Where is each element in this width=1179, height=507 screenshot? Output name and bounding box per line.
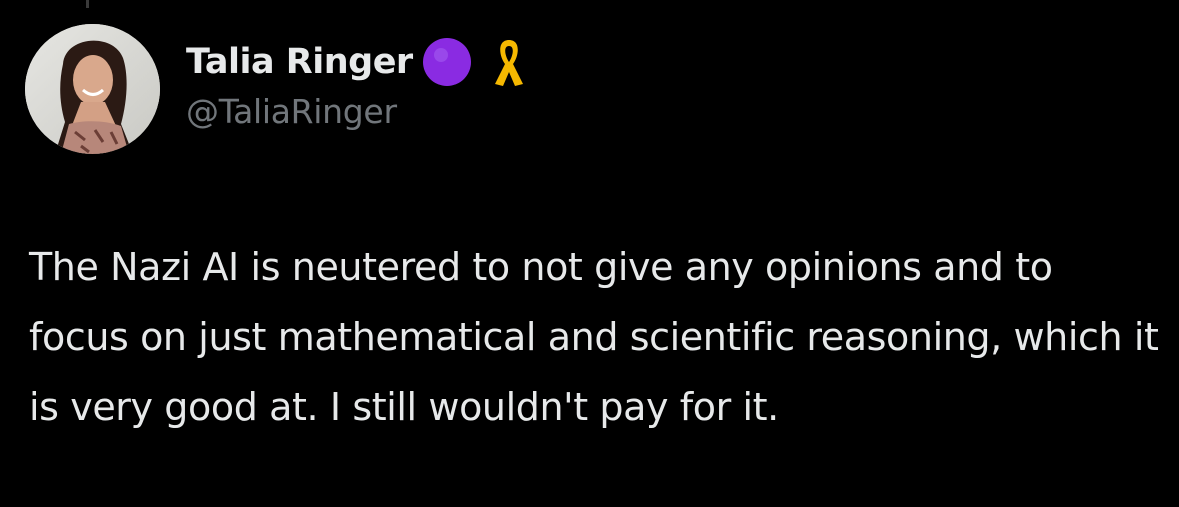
avatar[interactable] [25,24,160,154]
purple-circle-icon [421,36,473,88]
tweet-text: The Nazi AI is neutered to not give any … [29,245,1159,429]
author-handle[interactable]: @TaliaRinger [186,92,397,131]
thread-connector-line [86,0,89,8]
yellow-ribbon-icon [489,36,529,88]
author-display-name[interactable]: Talia Ringer [186,42,413,82]
author-name-row: Talia Ringer [186,36,529,88]
tweet-card: Talia Ringer @TaliaRinger The Nazi AI is… [0,0,1179,507]
